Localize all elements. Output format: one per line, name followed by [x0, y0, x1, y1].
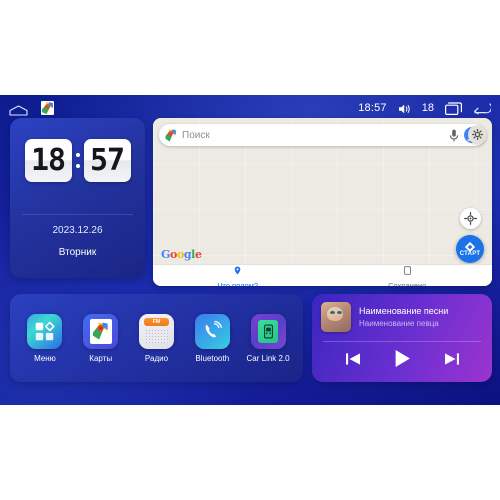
search-input[interactable]: Поиск	[182, 130, 449, 141]
radio-icon: FM	[138, 313, 174, 349]
status-bar-right: 18:57 18	[358, 101, 493, 115]
tab-saved[interactable]: Сохранено	[323, 265, 493, 286]
google-letter-o2: o	[176, 248, 184, 261]
skip-next-icon[interactable]	[444, 352, 460, 366]
bluetooth-phone-icon	[194, 313, 230, 349]
apps-grid-icon	[27, 313, 63, 349]
radio-band-badge: FM	[143, 317, 169, 326]
car-link-icon	[250, 313, 286, 349]
speaker-icon[interactable]	[398, 102, 411, 114]
google-watermark: Google	[161, 248, 202, 261]
app-maps-label: Карты	[89, 353, 113, 363]
clock-minutes: 57	[83, 139, 131, 182]
my-location-icon[interactable]	[460, 208, 481, 229]
clock-widget[interactable]: 18 57 2023.12.26 Вторник	[10, 118, 145, 278]
google-letter-e: e	[194, 248, 202, 261]
bookmark-icon	[403, 262, 411, 280]
music-now-playing: Наименование песни Наименование певца	[312, 294, 492, 332]
start-button-label: СТАРТ	[459, 251, 481, 257]
car-head-unit-screen: 18:57 18 18 57 2023.12.26 Вторник Поиск …	[0, 95, 500, 405]
google-letter-g1: G	[161, 248, 170, 261]
music-metadata: Наименование песни Наименование певца	[359, 306, 448, 328]
location-pin-icon	[234, 262, 241, 280]
app-car-link-label: Car Link 2.0	[246, 353, 290, 363]
search-bar[interactable]: Поиск	[159, 124, 486, 146]
skip-previous-icon[interactable]	[345, 352, 361, 366]
gear-icon[interactable]	[468, 125, 487, 144]
google-maps-pin-icon	[165, 128, 176, 142]
clock-date: 2023.12.26	[52, 225, 103, 236]
map-widget[interactable]: Поиск СТАРТ Google Что рядом? Сохранено	[153, 118, 492, 286]
google-letter-o1: o	[170, 248, 177, 261]
status-bar-left	[9, 101, 54, 116]
volume-level: 18	[421, 102, 434, 114]
clock-divider	[22, 214, 133, 215]
status-time: 18:57	[358, 102, 387, 114]
app-radio[interactable]: FM Радио	[130, 313, 182, 363]
app-bluetooth-label: Bluetooth	[195, 353, 230, 363]
app-maps[interactable]: Карты	[75, 313, 127, 363]
back-icon[interactable]	[473, 102, 493, 115]
tab-whats-nearby[interactable]: Что рядом?	[153, 265, 323, 286]
tab-whats-nearby-label: Что рядом?	[217, 280, 259, 287]
flip-clock: 18 57	[10, 139, 145, 182]
clock-colon	[75, 153, 81, 168]
clock-weekday: Вторник	[58, 247, 97, 258]
start-navigation-button[interactable]: СТАРТ	[456, 235, 484, 263]
map-bottom-tabs: Что рядом? Сохранено	[153, 264, 492, 286]
app-radio-label: Радио	[144, 353, 169, 363]
music-player-widget[interactable]: Наименование песни Наименование певца	[312, 294, 492, 382]
music-controls	[312, 342, 492, 368]
album-art	[321, 302, 351, 332]
app-menu-label: Меню	[34, 353, 56, 363]
music-artist-name: Наименование певца	[359, 319, 439, 328]
clock-hours: 18	[24, 139, 72, 182]
recents-icon[interactable]	[445, 101, 462, 115]
play-icon[interactable]	[394, 349, 411, 368]
app-car-link[interactable]: Car Link 2.0	[242, 313, 294, 363]
app-menu[interactable]: Меню	[19, 313, 71, 363]
app-dock: Меню Карты FM Радио Bluetooth Car Link 2…	[10, 294, 303, 382]
tab-saved-label: Сохранено	[388, 280, 427, 287]
google-maps-icon[interactable]	[41, 101, 54, 115]
home-icon[interactable]	[9, 103, 28, 116]
google-maps-icon	[83, 313, 119, 349]
radio-speaker-grille	[144, 328, 168, 343]
music-track-title: Наименование песни	[359, 306, 449, 316]
app-bluetooth[interactable]: Bluetooth	[186, 313, 238, 363]
microphone-icon[interactable]	[449, 129, 459, 142]
